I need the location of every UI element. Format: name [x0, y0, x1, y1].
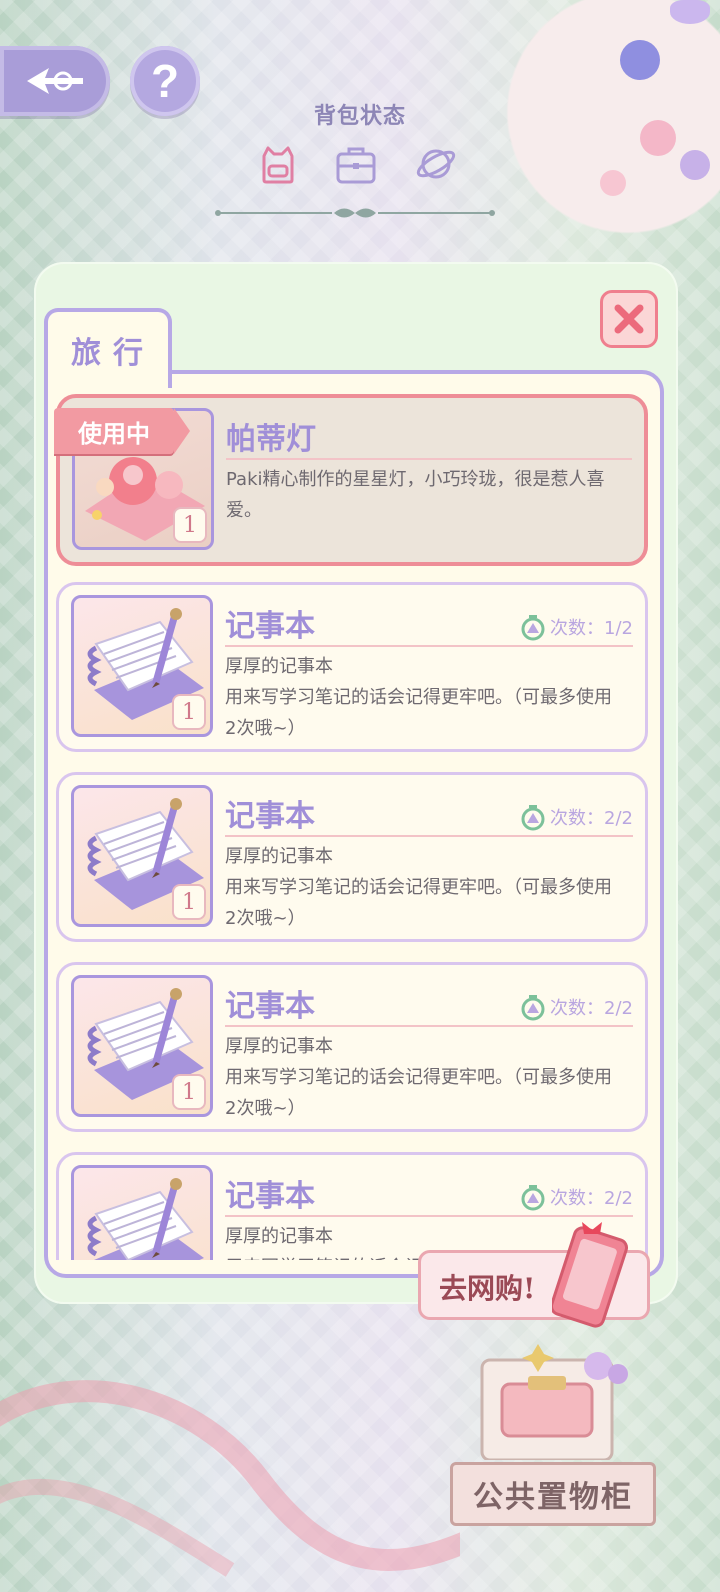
- briefcase-icon[interactable]: [334, 142, 378, 186]
- item-card[interactable]: 1 记事本 次数：2/2 厚厚的记事本 用来写学习笔记的话会记得更牢吧。（可最多…: [56, 962, 648, 1132]
- usage-count-text: 次数：2/2: [550, 1188, 633, 1209]
- notebook-icon: 1: [71, 1165, 213, 1260]
- timer-icon: [521, 1185, 545, 1211]
- item-quantity: 1: [172, 884, 206, 920]
- bag-icon[interactable]: [256, 142, 300, 186]
- page-title: 背包状态: [313, 104, 406, 129]
- notebook-icon: 1: [71, 595, 213, 737]
- item-description: 厚厚的记事本 用来写学习笔记的话会记得更牢吧。（可最多使用2次哦~）: [225, 846, 612, 929]
- item-quantity: 1: [172, 1074, 206, 1110]
- public-locker-button[interactable]: 公共置物柜: [450, 1462, 656, 1526]
- bow-icon: [670, 0, 710, 24]
- ribbon-decoration: [0, 1380, 460, 1577]
- timer-icon: [521, 615, 545, 641]
- item-name: 记事本: [225, 609, 315, 644]
- item-description: Paki精心制作的星星灯，小巧玲珑，很是惹人喜爱。: [226, 469, 605, 521]
- timer-icon: [521, 995, 545, 1021]
- notebook-icon: 1: [71, 975, 213, 1117]
- close-button[interactable]: [600, 290, 658, 348]
- header-divider: [215, 208, 495, 218]
- flower-icon: [600, 170, 626, 196]
- item-name-underline: [225, 1215, 633, 1217]
- flower-icon: [620, 40, 660, 80]
- usage-count-text: 次数：1/2: [550, 618, 633, 639]
- usage-count: 次数：2/2: [520, 1183, 633, 1211]
- usage-count: 次数：1/2: [520, 613, 633, 641]
- item-description: 厚厚的记事本 用来写学习笔记的话会记得更牢吧。（可最多使用2次哦~）: [225, 656, 612, 739]
- notebook-icon: 1: [71, 785, 213, 927]
- item-quantity: 1: [172, 694, 206, 730]
- item-list[interactable]: 1 帕蒂灯 Paki精心制作的星星灯，小巧玲珑，很是惹人喜爱。 1 记事本 次数…: [56, 392, 656, 1260]
- planet-icon[interactable]: [414, 142, 458, 186]
- item-name: 记事本: [225, 799, 315, 834]
- in-use-badge: 使用中: [54, 408, 190, 454]
- item-name-underline: [225, 1025, 633, 1027]
- close-icon: [614, 304, 644, 334]
- item-name: 记事本: [225, 989, 315, 1024]
- item-name-underline: [225, 645, 633, 647]
- phone-icon[interactable]: [552, 1218, 630, 1328]
- item-card[interactable]: 1 记事本 次数：1/2 厚厚的记事本 用来写学习笔记的话会记得更牢吧。（可最多…: [56, 582, 648, 752]
- item-description: 厚厚的记事本 用来写学习笔记的话会记得更牢吧。（可最多使用2次哦~）: [225, 1036, 612, 1119]
- cabinet-icon[interactable]: [468, 1340, 648, 1460]
- usage-count-text: 次数：2/2: [550, 998, 633, 1019]
- usage-count: 次数：2/2: [520, 993, 633, 1021]
- tab-travel[interactable]: 旅行: [44, 308, 172, 388]
- doily-decoration: [490, 0, 720, 280]
- flower-icon: [680, 150, 710, 180]
- item-name: 帕蒂灯: [226, 422, 316, 457]
- item-card[interactable]: 1 记事本 次数：2/2 厚厚的记事本 用来写学习笔记的话会记得更牢吧。（可最多…: [56, 772, 648, 942]
- usage-count-text: 次数：2/2: [550, 808, 633, 829]
- item-name: 记事本: [225, 1179, 315, 1214]
- back-arrow-icon: [27, 68, 83, 94]
- usage-count: 次数：2/2: [520, 803, 633, 831]
- timer-icon: [521, 805, 545, 831]
- online-shop-label: 去网购!: [439, 1272, 536, 1305]
- item-name-underline: [226, 458, 632, 460]
- item-name-underline: [225, 835, 633, 837]
- item-quantity: 1: [173, 507, 207, 543]
